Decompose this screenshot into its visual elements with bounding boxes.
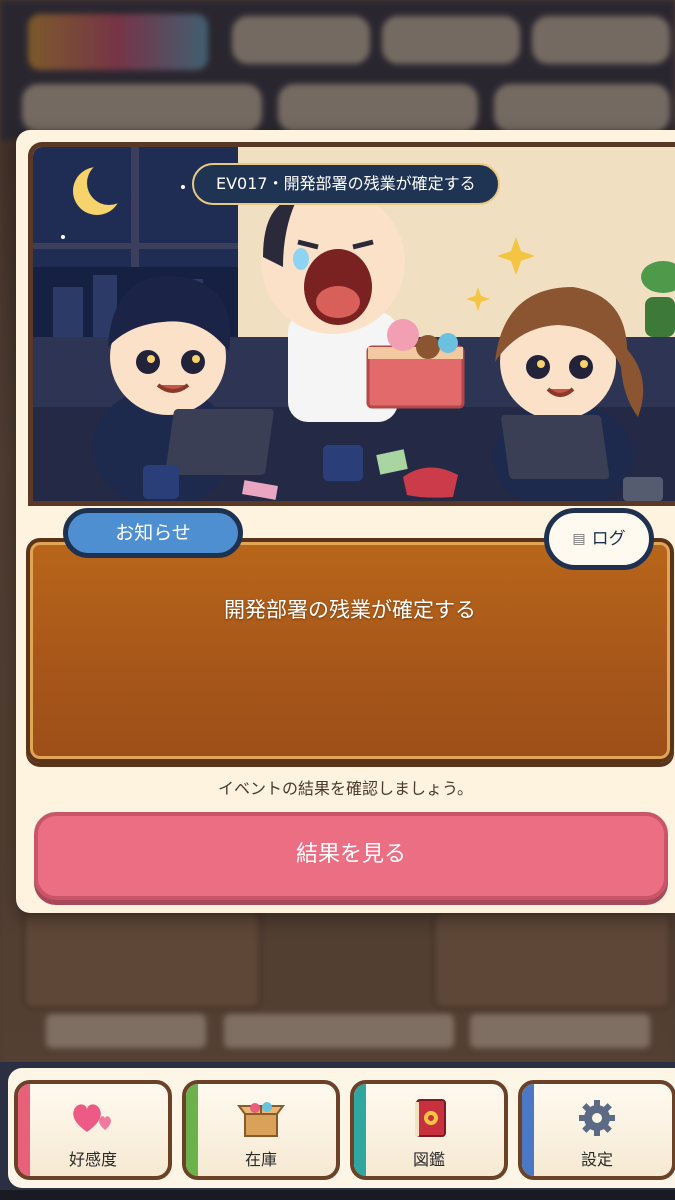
nav-settings-button[interactable]: 設定 — [518, 1080, 675, 1180]
log-button-label: ログ — [591, 529, 626, 549]
message-text: 開発部署の残業が確定する — [224, 598, 476, 622]
nav-encyclopedia-label: 図鑑 — [412, 1150, 445, 1169]
hint-text: イベントの結果を確認しましょう。 — [217, 779, 474, 798]
event-title-badge: EV017・開発部署の残業が確定する — [192, 163, 500, 205]
nav-inventory-button[interactable]: 在庫 — [182, 1080, 340, 1180]
box-icon — [186, 1098, 336, 1138]
bottom-navigation-panel: 好感度 在庫 図鑑 設定 — [8, 1068, 675, 1188]
bottom-navigation: 好感度 在庫 図鑑 設定 — [0, 1062, 675, 1200]
message-box: 開発部署の残業が確定する — [26, 538, 674, 763]
book-icon — [354, 1098, 504, 1138]
nav-inventory-label: 在庫 — [244, 1150, 277, 1169]
view-result-button[interactable]: 結果を見る — [34, 812, 668, 900]
nav-settings-label: 設定 — [580, 1150, 613, 1169]
nav-affinity-label: 好感度 — [68, 1150, 117, 1169]
list-icon: ▤ — [572, 531, 586, 547]
log-button[interactable]: ▤ ログ — [544, 508, 654, 570]
event-modal: EV017・開発部署の残業が確定する 開発部署の残業が確定する お知らせ ▤ ロ… — [16, 130, 675, 913]
notice-tab: お知らせ — [63, 508, 243, 558]
nav-affinity-button[interactable]: 好感度 — [14, 1080, 172, 1180]
hearts-icon — [18, 1098, 168, 1138]
nav-encyclopedia-button[interactable]: 図鑑 — [350, 1080, 508, 1180]
gear-icon — [522, 1098, 672, 1138]
system-bottom-strip — [0, 1190, 675, 1200]
